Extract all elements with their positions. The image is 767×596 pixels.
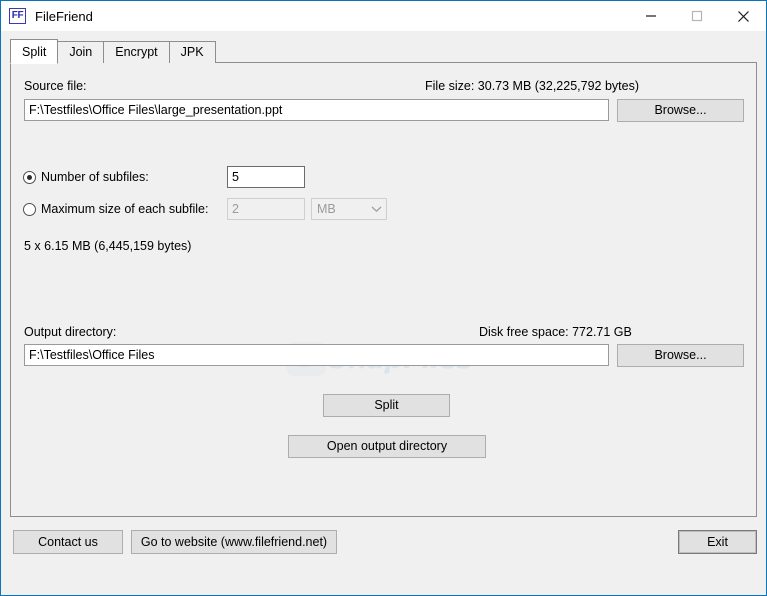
- source-browse-button[interactable]: Browse...: [617, 99, 744, 122]
- window-title: FileFriend: [35, 8, 93, 24]
- minimize-icon[interactable]: [628, 1, 674, 31]
- number-of-subfiles-radio-row[interactable]: Number of subfiles:: [23, 170, 149, 184]
- number-of-subfiles-label: Number of subfiles:: [41, 170, 149, 184]
- tab-encrypt[interactable]: Encrypt: [103, 41, 170, 63]
- filefriend-app-icon: FF: [9, 8, 26, 24]
- contact-us-button[interactable]: Contact us: [13, 530, 123, 554]
- maximum-size-unit-value: MB: [317, 202, 336, 216]
- tab-strip: Split Join Encrypt JPK: [10, 39, 216, 64]
- tab-split[interactable]: Split: [10, 39, 59, 64]
- split-summary-label: 5 x 6.15 MB (6,445,159 bytes): [24, 239, 192, 253]
- source-file-label: Source file:: [24, 79, 87, 93]
- output-browse-button[interactable]: Browse...: [617, 344, 744, 367]
- exit-button[interactable]: Exit: [678, 530, 757, 554]
- split-tab-panel: S SnapFiles Source file: File size: 30.7…: [10, 62, 757, 517]
- output-directory-input[interactable]: [24, 344, 609, 366]
- title-bar: FF FileFriend: [1, 1, 766, 31]
- maximum-size-input[interactable]: [227, 198, 305, 220]
- open-output-directory-button[interactable]: Open output directory: [288, 435, 486, 458]
- tab-jpk[interactable]: JPK: [168, 41, 216, 63]
- split-button[interactable]: Split: [323, 394, 450, 417]
- maximize-icon[interactable]: [674, 1, 720, 31]
- go-to-website-button[interactable]: Go to website (www.filefriend.net): [131, 530, 337, 554]
- output-directory-label: Output directory:: [24, 325, 117, 339]
- tab-join[interactable]: Join: [57, 41, 105, 63]
- chevron-down-icon: [366, 205, 386, 213]
- number-of-subfiles-input[interactable]: [227, 166, 305, 188]
- window-controls: [628, 1, 766, 31]
- close-icon[interactable]: [720, 1, 766, 31]
- filefriend-window: FF FileFriend Split Join Encrypt JPK S S…: [0, 0, 767, 596]
- maximum-size-label: Maximum size of each subfile:: [41, 202, 209, 216]
- maximum-size-radio[interactable]: [23, 202, 36, 216]
- source-file-input[interactable]: [24, 99, 609, 121]
- maximum-size-radio-row[interactable]: Maximum size of each subfile:: [23, 202, 208, 216]
- file-size-label: File size: 30.73 MB (32,225,792 bytes): [425, 79, 640, 93]
- maximum-size-unit-select[interactable]: MB: [311, 198, 387, 220]
- number-of-subfiles-radio[interactable]: [23, 170, 36, 184]
- footer-bar: Contact us Go to website (www.filefriend…: [1, 518, 766, 595]
- disk-free-space-label: Disk free space: 772.71 GB: [479, 325, 632, 339]
